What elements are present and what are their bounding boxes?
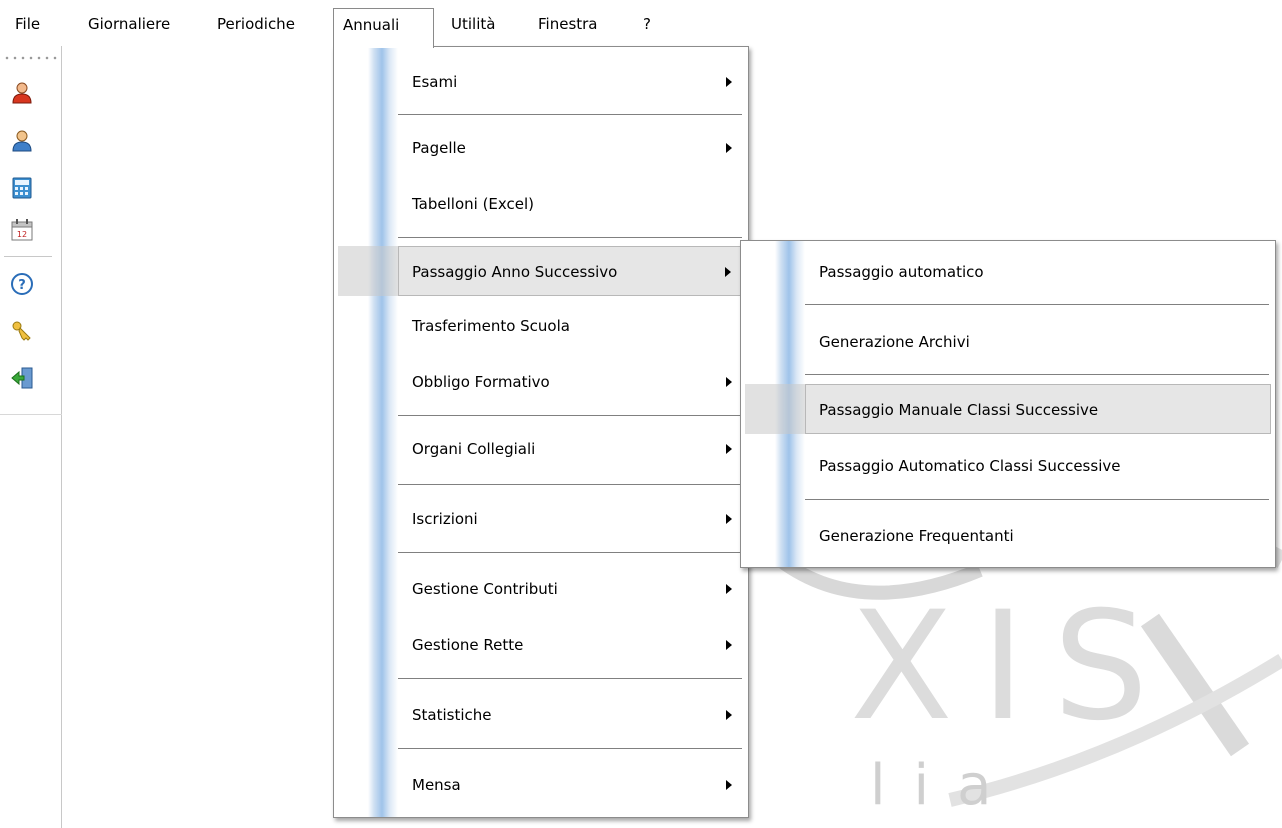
menu-separator: [398, 678, 742, 680]
menu-item-trasferimento-scuola[interactable]: Trasferimento Scuola: [334, 301, 748, 351]
menu-item-label: Trasferimento Scuola: [412, 317, 570, 335]
menu-item-label: Gestione Rette: [412, 636, 524, 654]
submenu-item-passaggio-manuale-classi[interactable]: Passaggio Manuale Classi Successive: [805, 384, 1271, 434]
menu-item-obbligo-formativo[interactable]: Obbligo Formativo: [334, 357, 748, 407]
watermark-small: lia: [870, 753, 1020, 818]
calculator-icon[interactable]: [10, 176, 34, 200]
menu-item-label: Iscrizioni: [412, 510, 478, 528]
menu-item-passaggio-anno-successivo[interactable]: Passaggio Anno Successivo: [398, 246, 744, 296]
menu-separator: [398, 415, 742, 417]
submenu-arrow-icon: [726, 640, 732, 650]
menu-item-mensa[interactable]: Mensa: [334, 760, 748, 810]
toolbar-separator: [4, 256, 52, 257]
menu-item-label: Passaggio Manuale Classi Successive: [819, 401, 1099, 419]
submenu-arrow-icon: [726, 780, 732, 790]
menu-item-gestione-contributi[interactable]: Gestione Contributi: [334, 564, 748, 614]
menu-separator: [805, 304, 1269, 306]
menu-separator: [805, 374, 1269, 376]
menu-item-label: Gestione Contributi: [412, 580, 558, 598]
menu-item-pagelle[interactable]: Pagelle: [334, 123, 748, 173]
menu-utilita[interactable]: Utilità: [451, 12, 495, 36]
menu-item-label: Mensa: [412, 776, 461, 794]
user-blue-icon[interactable]: [10, 128, 34, 152]
menu-separator: [805, 499, 1269, 501]
menu-item-label: Organi Collegiali: [412, 440, 536, 458]
menu-separator: [398, 484, 742, 486]
menu-item-label: Obbligo Formativo: [412, 373, 550, 391]
menu-separator: [398, 552, 742, 554]
menu-item-label: Statistiche: [412, 706, 492, 724]
menu-item-label: Passaggio Automatico Classi Successive: [819, 457, 1121, 475]
menu-giornaliere[interactable]: Giornaliere: [88, 12, 170, 36]
submenu-item-generazione-archivi[interactable]: Generazione Archivi: [741, 317, 1275, 367]
menu-item-gestione-rette[interactable]: Gestione Rette: [334, 620, 748, 670]
passaggio-submenu: Passaggio automatico Generazione Archivi…: [740, 240, 1276, 568]
submenu-arrow-icon: [726, 77, 732, 87]
menu-item-iscrizioni[interactable]: Iscrizioni: [334, 494, 748, 544]
toolbar: 12 ?: [0, 46, 62, 828]
submenu-arrow-icon: [726, 514, 732, 524]
menu-item-esami[interactable]: Esami: [334, 57, 748, 107]
menu-help[interactable]: ?: [643, 12, 651, 36]
watermark-letters: XIS: [850, 580, 1177, 754]
menu-annuali[interactable]: Annuali: [333, 8, 434, 48]
help-icon[interactable]: ?: [10, 272, 34, 296]
menu-side-highlight: [745, 384, 805, 434]
menu-item-label: Passaggio automatico: [819, 263, 984, 281]
annuali-menu: Esami Pagelle Tabelloni (Excel) Passaggi…: [333, 46, 749, 818]
menu-periodiche[interactable]: Periodiche: [217, 12, 295, 36]
submenu-arrow-icon: [726, 377, 732, 387]
submenu-arrow-icon: [726, 710, 732, 720]
menu-item-tabelloni[interactable]: Tabelloni (Excel): [334, 179, 748, 229]
svg-text:?: ?: [18, 278, 26, 293]
menu-item-label: Esami: [412, 73, 458, 91]
menu-bar: File Giornaliere Periodiche Annuali Util…: [0, 0, 1282, 48]
submenu-item-generazione-frequentanti[interactable]: Generazione Frequentanti: [741, 511, 1275, 561]
toolbar-grip[interactable]: [3, 56, 58, 60]
menu-separator: [398, 237, 742, 239]
submenu-arrow-icon: [726, 584, 732, 594]
submenu-item-passaggio-automatico-classi[interactable]: Passaggio Automatico Classi Successive: [741, 441, 1275, 491]
menu-side-highlight: [338, 246, 398, 296]
submenu-arrow-icon: [725, 267, 731, 277]
menu-item-label: Tabelloni (Excel): [412, 195, 535, 213]
submenu-arrow-icon: [726, 143, 732, 153]
user-red-icon[interactable]: [10, 80, 34, 104]
menu-item-label: Pagelle: [412, 139, 466, 157]
menu-item-label: Passaggio Anno Successivo: [412, 263, 618, 281]
submenu-arrow-icon: [726, 444, 732, 454]
menu-item-organi-collegiali[interactable]: Organi Collegiali: [334, 424, 748, 474]
menu-item-label: Generazione Frequentanti: [819, 527, 1014, 545]
menu-item-label: Generazione Archivi: [819, 333, 970, 351]
menu-finestra[interactable]: Finestra: [538, 12, 598, 36]
keys-icon[interactable]: [10, 318, 34, 342]
exit-icon[interactable]: [10, 366, 34, 390]
calendar-icon[interactable]: 12: [10, 218, 34, 242]
menu-separator: [398, 748, 742, 750]
toolbar-end-line: [0, 414, 62, 415]
menu-separator: [398, 114, 742, 116]
svg-text:12: 12: [17, 230, 27, 239]
menu-file[interactable]: File: [15, 12, 40, 36]
menu-item-statistiche[interactable]: Statistiche: [334, 690, 748, 740]
submenu-item-passaggio-automatico[interactable]: Passaggio automatico: [741, 247, 1275, 297]
